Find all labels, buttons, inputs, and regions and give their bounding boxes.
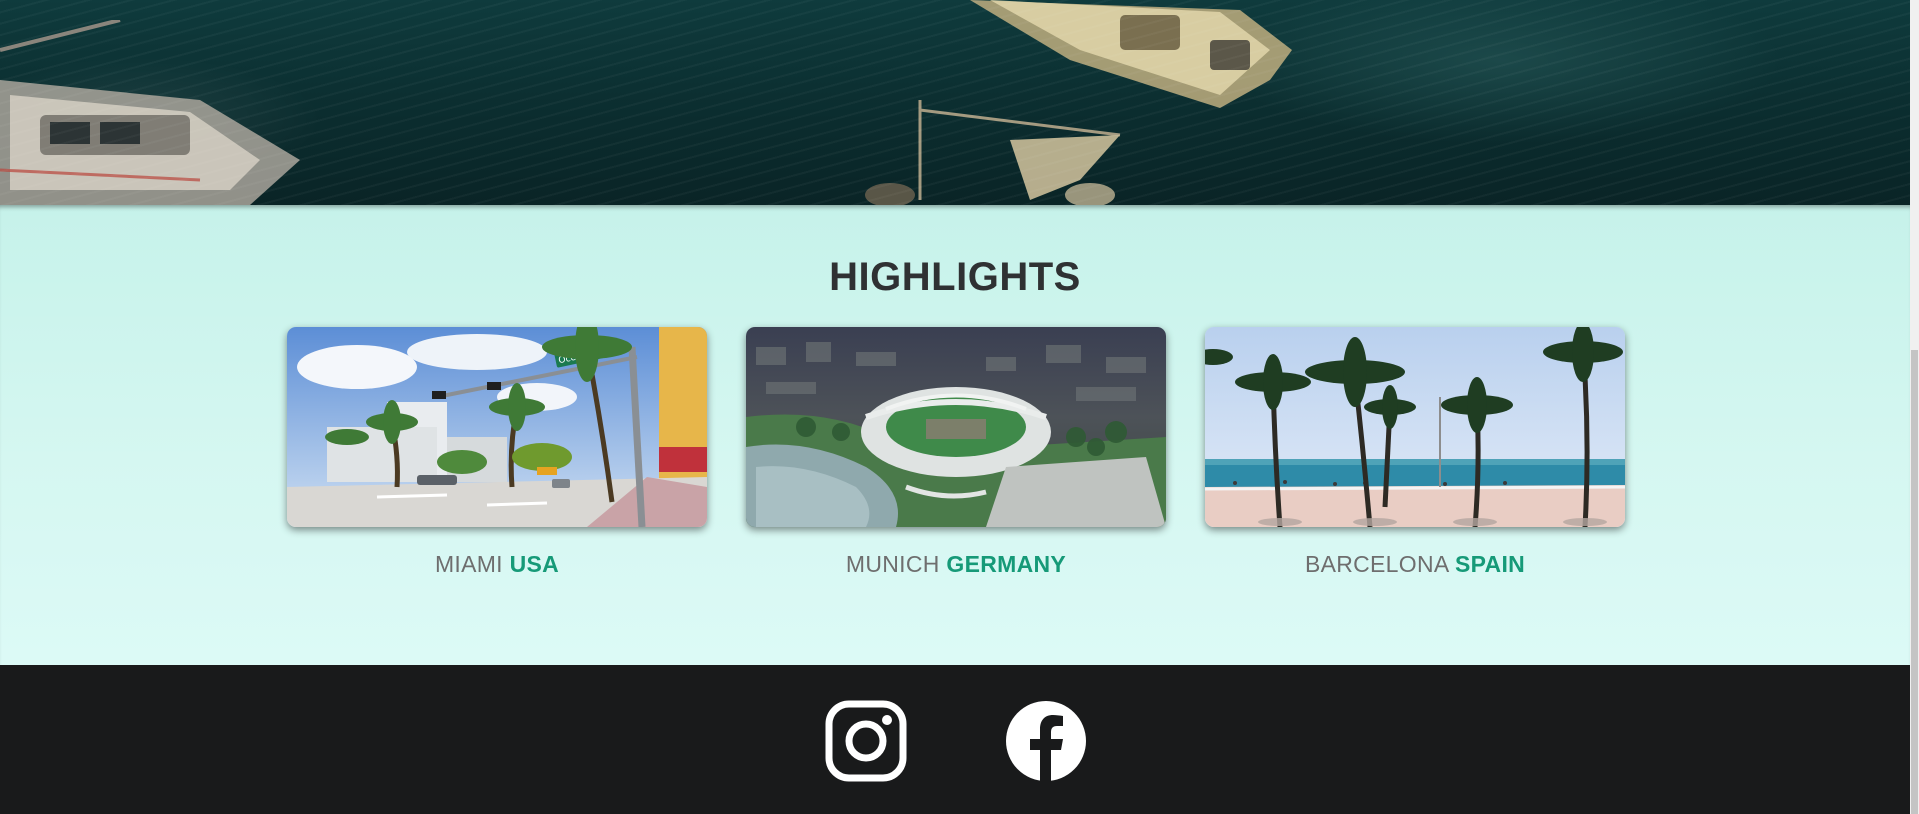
country-name: SPAIN — [1454, 551, 1526, 577]
city-name: BARCELONA — [1304, 551, 1449, 577]
city-name: MUNICH — [845, 551, 940, 577]
city-name: MIAMI — [434, 551, 503, 577]
footer — [0, 665, 1910, 814]
highlights-section: HIGHLIGHTS MIAMI USA MUNICH GERMANY BARC… — [0, 205, 1910, 665]
boat-image-top — [970, 0, 1292, 108]
instagram-icon[interactable] — [825, 700, 907, 782]
card-caption: BARCELONA SPAIN — [1205, 551, 1625, 578]
highlight-card-barcelona[interactable]: BARCELONA SPAIN — [1205, 327, 1625, 578]
boat-image-left — [0, 20, 300, 205]
boat-image-bottom — [865, 100, 1121, 205]
section-title: HIGHLIGHTS — [829, 255, 1081, 299]
country-name: USA — [509, 551, 560, 577]
highlight-card-munich[interactable]: MUNICH GERMANY — [746, 327, 1166, 578]
munich-olympic-stadium-photo — [746, 327, 1166, 527]
vertical-scrollbar[interactable] — [1910, 0, 1919, 814]
card-caption: MIAMI USA — [287, 551, 707, 578]
barcelona-beach-photo — [1205, 327, 1625, 527]
hero-banner-image — [0, 0, 1910, 205]
facebook-icon[interactable] — [1005, 700, 1087, 782]
highlight-card-miami[interactable]: Ocean Dr — [287, 327, 707, 578]
scrollbar-thumb[interactable] — [1911, 350, 1918, 814]
country-name: GERMANY — [946, 551, 1067, 577]
card-caption: MUNICH GERMANY — [746, 551, 1166, 578]
miami-ocean-drive-photo: Ocean Dr — [287, 327, 707, 527]
